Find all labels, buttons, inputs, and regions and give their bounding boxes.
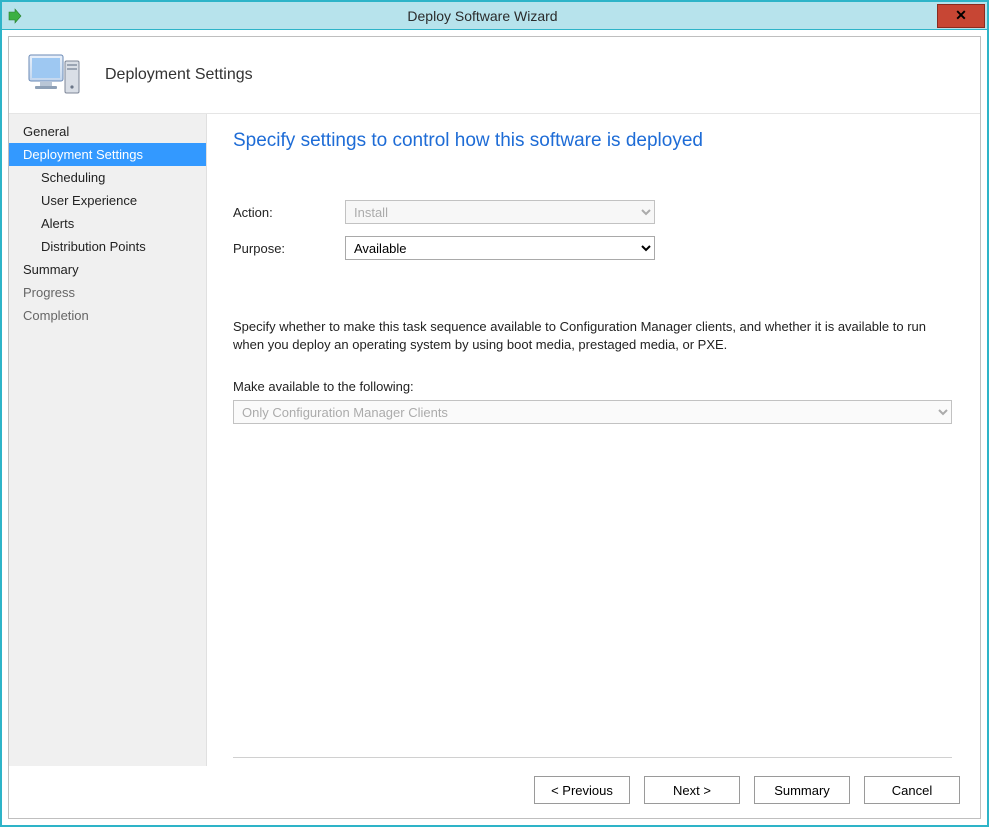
sidebar-item-completion[interactable]: Completion — [9, 304, 206, 327]
row-purpose: Purpose: Available — [233, 236, 952, 260]
wizard-body: GeneralDeployment SettingsSchedulingUser… — [9, 114, 980, 766]
action-label: Action: — [233, 205, 345, 220]
action-select: Install — [345, 200, 655, 224]
sidebar-item-user-experience[interactable]: User Experience — [9, 189, 206, 212]
sidebar-item-summary[interactable]: Summary — [9, 258, 206, 281]
previous-button[interactable]: < Previous — [534, 776, 630, 804]
computer-icon — [27, 51, 83, 99]
wizard-sidebar: GeneralDeployment SettingsSchedulingUser… — [9, 114, 207, 766]
sidebar-item-deployment-settings[interactable]: Deployment Settings — [9, 143, 206, 166]
wizard-footer: < Previous Next > Summary Cancel — [9, 766, 980, 818]
wizard-frame: Deployment Settings GeneralDeployment Se… — [8, 36, 981, 819]
sidebar-item-scheduling[interactable]: Scheduling — [9, 166, 206, 189]
content-filler — [233, 424, 952, 753]
purpose-label: Purpose: — [233, 241, 345, 256]
content-heading: Specify settings to control how this sof… — [233, 130, 952, 152]
close-button[interactable]: ✕ — [937, 4, 985, 28]
wizard-content: Specify settings to control how this sof… — [207, 114, 980, 766]
row-action: Action: Install — [233, 200, 952, 224]
cancel-button[interactable]: Cancel — [864, 776, 960, 804]
sidebar-item-progress[interactable]: Progress — [9, 281, 206, 304]
titlebar: Deploy Software Wizard ✕ — [2, 2, 987, 30]
summary-button[interactable]: Summary — [754, 776, 850, 804]
next-button[interactable]: Next > — [644, 776, 740, 804]
wizard-header: Deployment Settings — [9, 37, 980, 114]
availability-label: Make available to the following: — [233, 379, 952, 394]
content-divider — [233, 757, 952, 758]
sidebar-item-distribution-points[interactable]: Distribution Points — [9, 235, 206, 258]
window-title: Deploy Software Wizard — [407, 8, 557, 24]
sidebar-item-general[interactable]: General — [9, 120, 206, 143]
arrow-forward-icon — [6, 8, 22, 24]
sidebar-item-alerts[interactable]: Alerts — [9, 212, 206, 235]
explain-text: Specify whether to make this task sequen… — [233, 318, 933, 353]
purpose-select[interactable]: Available — [345, 236, 655, 260]
deploy-software-wizard-window: Deploy Software Wizard ✕ — [0, 0, 989, 827]
availability-select: Only Configuration Manager Clients — [233, 400, 952, 424]
close-icon: ✕ — [955, 7, 967, 24]
page-title: Deployment Settings — [105, 66, 253, 84]
